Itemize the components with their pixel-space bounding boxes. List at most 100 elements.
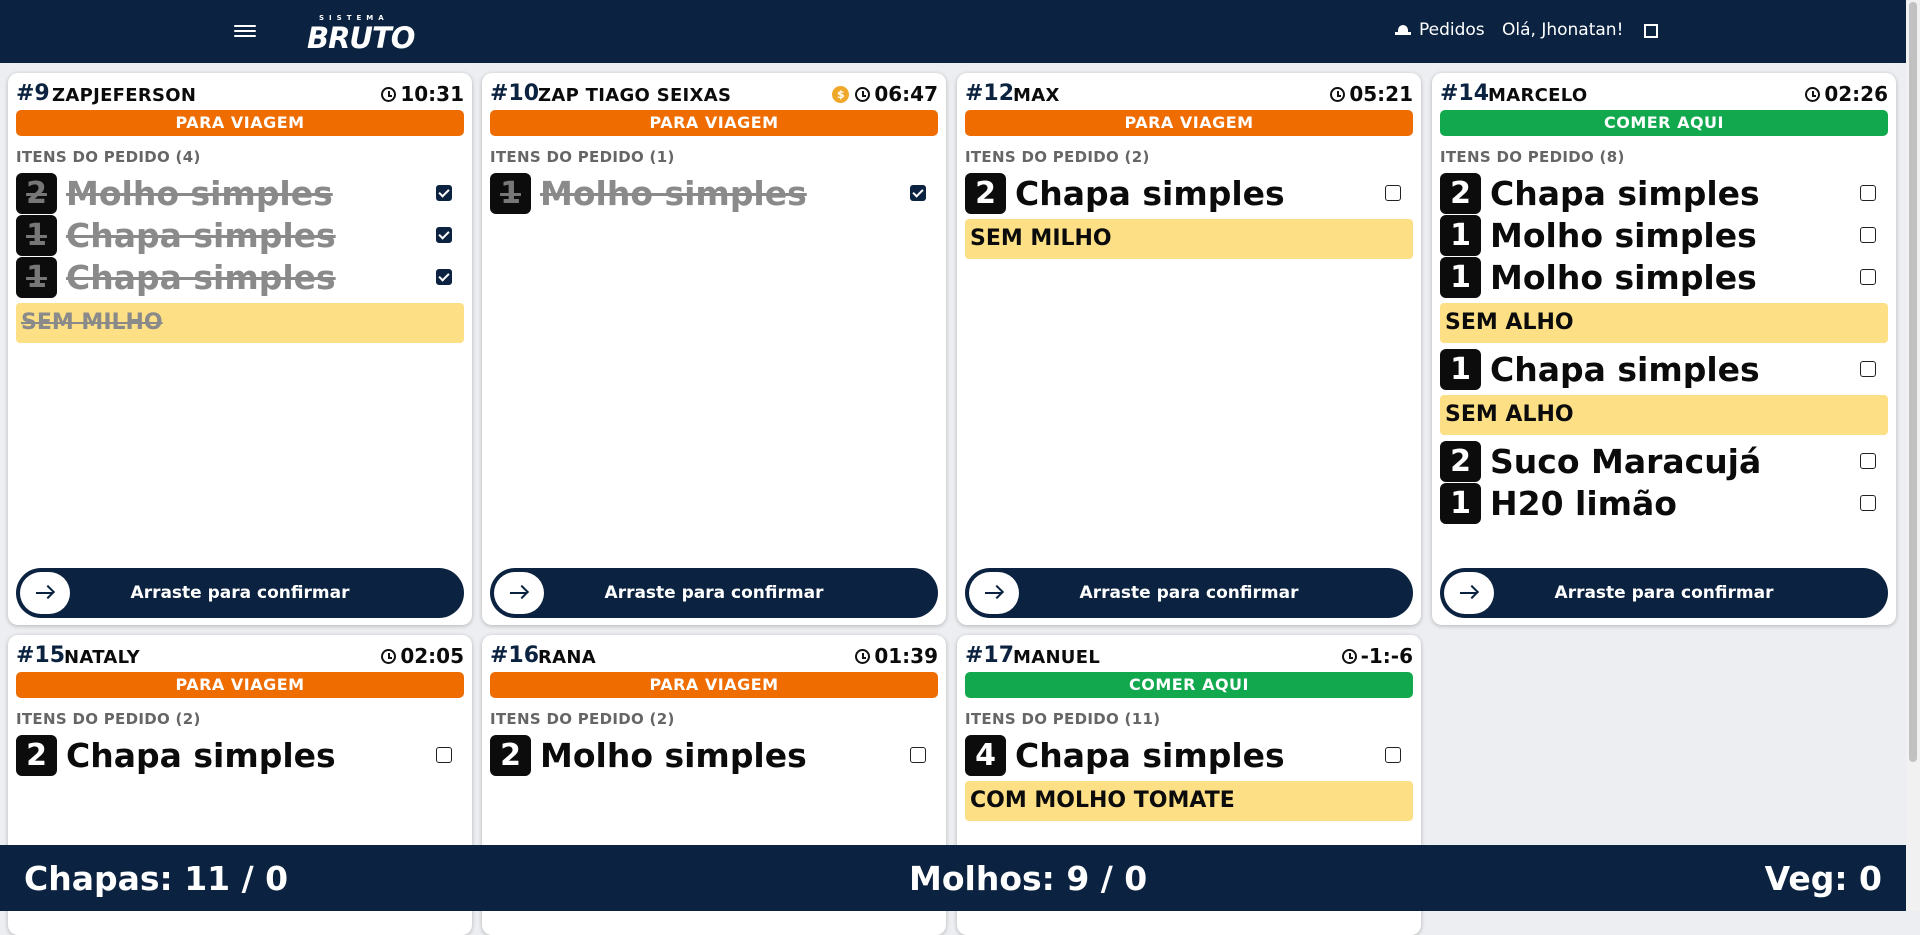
items-list: 2 Chapa simples <box>16 734 464 776</box>
order-type-badge: PARA VIAGEM <box>16 672 464 698</box>
order-item[interactable]: 1 H20 limão <box>1440 482 1888 524</box>
item-done-checkbox[interactable] <box>1860 269 1876 285</box>
order-header: #17 MANUEL -1:-6 <box>965 643 1413 669</box>
items-list: 2 Chapa simples SEM MILHO <box>965 172 1413 259</box>
item-done-checkbox[interactable] <box>1860 185 1876 201</box>
swipe-confirm-label: Arraste para confirmar <box>604 583 824 603</box>
item-quantity: 1 <box>1440 256 1481 298</box>
item-quantity: 2 <box>490 734 531 776</box>
clock-icon <box>1341 648 1357 664</box>
order-item[interactable]: 2 Suco Maracujá <box>1440 440 1888 482</box>
order-number: #12 <box>965 81 1015 106</box>
item-name: Molho simples <box>1490 257 1757 297</box>
item-done-checkbox[interactable] <box>1860 361 1876 377</box>
item-note: SEM ALHO <box>1440 395 1888 435</box>
item-name: Chapa simples <box>66 735 336 775</box>
items-title: ITENS DO PEDIDO (8) <box>1440 148 1625 166</box>
order-timer: $06:47 <box>832 82 938 106</box>
order-item[interactable]: 2 Molho simples <box>490 734 938 776</box>
order-item[interactable]: 1 Molho simples <box>1440 214 1888 256</box>
item-done-checkbox[interactable] <box>1385 747 1401 763</box>
item-done-checkbox[interactable] <box>1860 453 1876 469</box>
order-card[interactable]: #14 MARCELO 02:26 COMER AQUI ITENS DO PEDIDO… <box>1432 73 1896 625</box>
swipe-confirm-label: Arraste para confirmar <box>1079 583 1299 603</box>
swipe-confirm-button[interactable]: Arraste para confirmar <box>490 568 938 618</box>
order-number: #17 <box>965 643 1015 668</box>
nav-pedidos-label: Pedidos <box>1419 20 1485 40</box>
clock-icon <box>855 648 871 664</box>
order-card[interactable]: #12 MAX 05:21 PARA VIAGEM ITENS DO PEDIDO (2… <box>957 73 1421 625</box>
items-list: 2 Molho simples <box>490 734 938 776</box>
order-item[interactable]: 1 Molho simples <box>1440 256 1888 298</box>
scrollbar-thumb[interactable] <box>1909 2 1917 762</box>
customer-name: ZAPJEFERSON <box>52 85 197 106</box>
order-card[interactable]: #10 ZAP TIAGO SEIXAS $06:47 PARA VIAGEM ITEN… <box>482 73 946 625</box>
order-type-badge: COMER AQUI <box>965 672 1413 698</box>
customer-name: NATALY <box>64 647 140 668</box>
order-item[interactable]: 1 Chapa simples <box>16 214 464 256</box>
customer-name: RANA <box>538 647 596 668</box>
order-timer: 02:05 <box>381 644 464 668</box>
elapsed-time: 05:21 <box>1349 82 1413 106</box>
order-item[interactable]: 2 Chapa simples <box>16 734 464 776</box>
item-done-checkbox[interactable] <box>1860 227 1876 243</box>
order-timer: -1:-6 <box>1341 644 1413 668</box>
order-item[interactable]: 2 Chapa simples <box>965 172 1413 214</box>
scrollbar[interactable] <box>1906 0 1920 911</box>
item-quantity: 1 <box>1440 482 1481 524</box>
top-bar: SISTEMA BRUTO Pedidos Olá, Jhonatan! <box>0 0 1906 63</box>
nav-pedidos[interactable]: Pedidos <box>1395 20 1485 40</box>
customer-name: MARCELO <box>1488 85 1588 106</box>
item-done-checkbox[interactable] <box>436 269 452 285</box>
order-header: #12 MAX 05:21 <box>965 81 1413 107</box>
stats-bar: Chapas: 11 / 0 Molhos: 9 / 0 Veg: 0 <box>0 845 1906 911</box>
order-item[interactable]: 1 Chapa simples <box>16 256 464 298</box>
order-item[interactable]: 1 Molho simples <box>490 172 938 214</box>
item-quantity: 2 <box>16 734 57 776</box>
fullscreen-icon[interactable] <box>1644 24 1658 38</box>
items-title: ITENS DO PEDIDO (2) <box>965 148 1150 166</box>
order-type-badge: PARA VIAGEM <box>490 110 938 136</box>
order-timer: 10:31 <box>381 82 464 106</box>
order-card[interactable]: #9 ZAPJEFERSON 10:31 PARA VIAGEM ITENS DO PE… <box>8 73 472 625</box>
order-item[interactable]: 2 Chapa simples <box>1440 172 1888 214</box>
items-title: ITENS DO PEDIDO (1) <box>490 148 675 166</box>
item-note: SEM MILHO <box>965 219 1413 259</box>
order-item[interactable]: 4 Chapa simples <box>965 734 1413 776</box>
item-done-checkbox[interactable] <box>436 185 452 201</box>
item-done-checkbox[interactable] <box>1385 185 1401 201</box>
item-done-checkbox[interactable] <box>436 227 452 243</box>
clock-icon <box>381 86 397 102</box>
order-item[interactable]: 2 Molho simples <box>16 172 464 214</box>
swipe-confirm-button[interactable]: Arraste para confirmar <box>16 568 464 618</box>
order-item[interactable]: 1 Chapa simples <box>1440 348 1888 390</box>
clock-icon <box>1330 86 1346 102</box>
order-timer: 01:39 <box>855 644 938 668</box>
item-done-checkbox[interactable] <box>1860 495 1876 511</box>
item-done-checkbox[interactable] <box>910 185 926 201</box>
item-quantity: 2 <box>965 172 1006 214</box>
items-title: ITENS DO PEDIDO (2) <box>16 710 201 728</box>
item-done-checkbox[interactable] <box>436 747 452 763</box>
item-name: Chapa simples <box>1490 173 1760 213</box>
swipe-confirm-button[interactable]: Arraste para confirmar <box>1440 568 1888 618</box>
items-list: 4 Chapa simples COM MOLHO TOMATE <box>965 734 1413 821</box>
elapsed-time: 06:47 <box>874 82 938 106</box>
items-title: ITENS DO PEDIDO (11) <box>965 710 1161 728</box>
order-number: #9 <box>16 81 50 106</box>
item-name: H20 limão <box>1490 483 1677 523</box>
user-greeting[interactable]: Olá, Jhonatan! <box>1502 20 1623 40</box>
item-done-checkbox[interactable] <box>910 747 926 763</box>
item-quantity: 1 <box>1440 348 1481 390</box>
swipe-confirm-button[interactable]: Arraste para confirmar <box>965 568 1413 618</box>
customer-name: ZAP TIAGO SEIXAS <box>538 85 732 106</box>
item-note: COM MOLHO TOMATE <box>965 781 1413 821</box>
elapsed-time: 01:39 <box>874 644 938 668</box>
order-timer: 02:26 <box>1805 82 1888 106</box>
order-number: #16 <box>490 643 540 668</box>
order-number: #15 <box>16 643 66 668</box>
item-name: Suco Maracujá <box>1490 441 1762 481</box>
item-name: Molho simples <box>66 173 333 213</box>
menu-icon[interactable] <box>234 22 256 40</box>
items-list: 2 Chapa simples 1 Molho simples 1 Molho simpl… <box>1440 172 1888 524</box>
